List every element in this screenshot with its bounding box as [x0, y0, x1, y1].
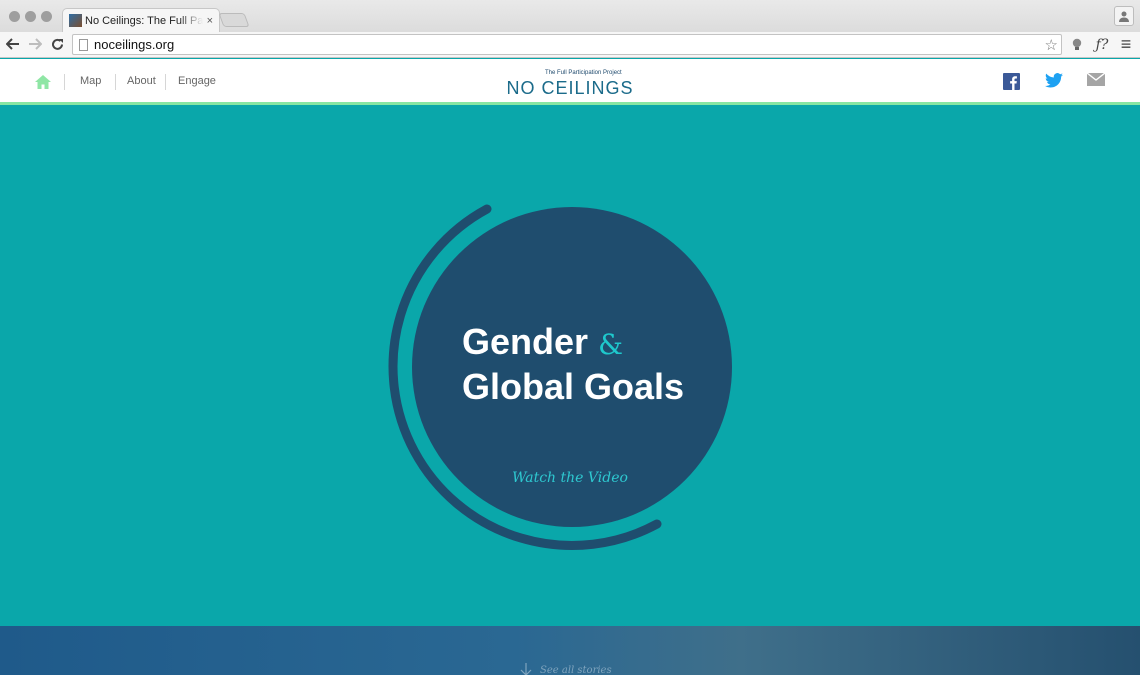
browser-tab-strip: No Ceilings: The Full Participation Proj… — [0, 0, 1140, 32]
tab-title: No Ceilings: The Full Participation Proj… — [85, 14, 203, 27]
arrow-right-icon — [29, 38, 42, 50]
see-all-stories-label: See all stories — [540, 664, 612, 675]
site-logo[interactable]: The Full Participation Project NO CEILIN… — [505, 68, 635, 98]
facebook-icon — [1003, 73, 1020, 90]
nav-link-about[interactable]: About — [127, 75, 156, 87]
person-icon — [1119, 11, 1129, 22]
ampersand-mark: & — [598, 328, 623, 361]
reload-button[interactable] — [48, 35, 66, 53]
lightbulb-extension-button[interactable] — [1068, 35, 1086, 54]
hero-section: Gender & Global Goals Watch the Video — [0, 108, 1140, 626]
watch-video-link[interactable]: Watch the Video — [500, 470, 640, 486]
twitter-icon — [1045, 73, 1063, 88]
profile-button[interactable] — [1114, 6, 1134, 26]
close-window-button[interactable] — [9, 11, 20, 22]
url-text: noceilings.org — [94, 37, 175, 52]
page-icon — [79, 38, 88, 51]
font-extension-button[interactable]: ƒ? — [1092, 35, 1112, 54]
new-tab-button[interactable] — [218, 13, 250, 27]
nav-divider — [115, 74, 116, 90]
logo-tagline: The Full Participation Project — [545, 70, 622, 76]
email-share-button[interactable] — [1086, 72, 1106, 91]
browser-toolbar: noceilings.org ☆ ƒ? ≡ — [0, 32, 1140, 58]
favicon-icon — [69, 14, 82, 27]
stories-band: See all stories — [0, 626, 1140, 675]
browser-tab[interactable]: No Ceilings: The Full Participation Proj… — [62, 8, 220, 32]
home-icon — [35, 75, 51, 89]
see-all-stories-link[interactable]: See all stories — [520, 663, 612, 675]
nav-divider — [165, 74, 166, 90]
zoom-window-button[interactable] — [41, 11, 52, 22]
lightbulb-icon — [1072, 38, 1082, 50]
tab-close-icon[interactable]: × — [207, 15, 213, 27]
logo-wordmark: NO CEILINGS — [506, 78, 634, 98]
back-button[interactable] — [4, 35, 22, 53]
forward-button[interactable] — [26, 35, 44, 53]
nav-link-map[interactable]: Map — [80, 75, 101, 87]
twitter-share-button[interactable] — [1045, 73, 1063, 91]
reload-icon — [51, 38, 63, 50]
hero-title-word: Gender — [462, 321, 589, 362]
arrow-down-icon — [520, 663, 532, 675]
facebook-share-button[interactable] — [1003, 73, 1021, 91]
hero-title-line1: Gender & — [462, 320, 742, 367]
menu-button[interactable]: ≡ — [1117, 34, 1135, 54]
address-bar[interactable]: noceilings.org ☆ — [72, 34, 1062, 55]
arrow-left-icon — [6, 38, 19, 50]
bookmark-star-icon[interactable]: ☆ — [1045, 36, 1058, 54]
mail-icon — [1086, 72, 1106, 86]
nav-link-engage[interactable]: Engage — [178, 75, 216, 87]
hero-title-line2: Global Goals — [462, 366, 685, 407]
minimize-window-button[interactable] — [25, 11, 36, 22]
site-header: Map About Engage The Full Participation … — [0, 59, 1140, 105]
nav-divider — [64, 74, 65, 90]
home-link[interactable] — [34, 73, 52, 91]
